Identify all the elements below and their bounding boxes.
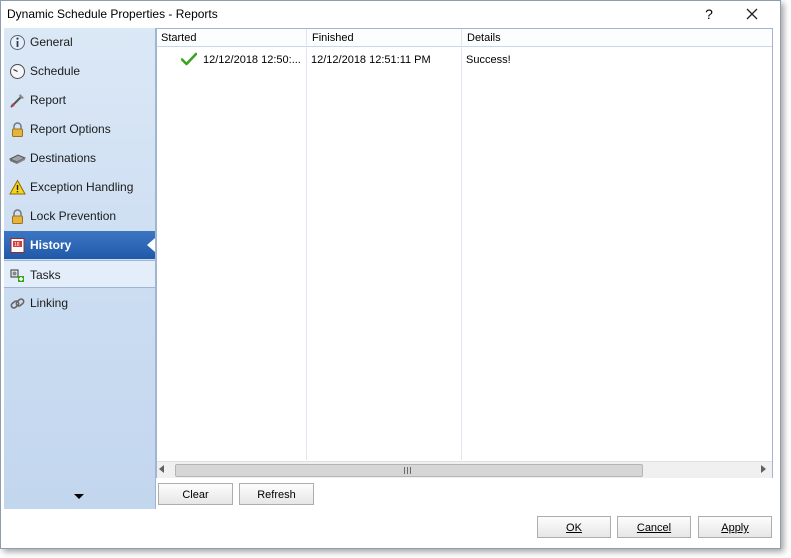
apply-label: Apply [721,522,749,534]
chevron-down-icon[interactable] [74,494,84,499]
column-header-finished[interactable]: Finished [312,32,354,44]
sidebar-item-schedule[interactable]: Schedule [4,57,155,85]
info-icon [10,35,25,50]
report-icon [10,94,24,108]
sidebar-item-linking[interactable]: Linking [4,289,155,317]
cancel-button[interactable]: Cancel [617,516,691,538]
active-pointer [147,238,155,252]
svg-text:18: 18 [14,242,20,248]
dialog-window: Dynamic Schedule Properties - Reports ? … [0,0,781,549]
sidebar: General Schedule Report Report Options D… [4,28,156,509]
sidebar-item-tasks[interactable]: Tasks [4,260,155,288]
sidebar-item-label: Exception Handling [30,180,134,194]
close-icon [746,8,758,20]
column-header-details[interactable]: Details [467,32,501,44]
column-divider[interactable] [461,29,462,460]
destinations-icon [9,154,26,164]
scroll-right-icon[interactable] [761,465,766,473]
clear-button[interactable]: Clear [158,483,233,505]
sidebar-item-label: History [30,238,72,252]
sidebar-item-label: Report [30,93,67,107]
cell-details: Success! [466,54,511,66]
ok-button[interactable]: OK [537,516,611,538]
sidebar-item-label: Schedule [30,64,81,78]
window-title: Dynamic Schedule Properties - Reports [7,7,218,21]
scroll-thumb[interactable] [175,464,643,477]
sidebar-item-label: Linking [30,296,69,310]
cancel-label: Cancel [636,522,672,534]
sidebar-item-label: General [30,35,73,49]
scroll-left-icon[interactable] [159,465,164,473]
link-icon [10,298,25,309]
history-icon: 18 [10,238,25,253]
title-bar: Dynamic Schedule Properties - Reports ? [1,1,780,27]
clock-icon [10,64,25,79]
sidebar-item-label: Tasks [30,268,61,282]
sidebar-item-report-options[interactable]: Report Options [4,115,155,143]
table-row[interactable]: 12/12/2018 12:50:... 12/12/2018 12:51:11… [157,47,772,67]
list-header: Started Finished Details [157,29,772,47]
sidebar-item-lock-prevention[interactable]: Lock Prevention [4,202,155,230]
sidebar-item-general[interactable]: General [4,28,155,56]
horizontal-scrollbar[interactable] [157,461,772,478]
sidebar-item-destinations[interactable]: Destinations [4,144,155,172]
padlock-icon [12,209,23,224]
cell-started: 12/12/2018 12:50:... [203,54,301,66]
ok-label: OK [566,522,582,534]
sidebar-item-label: Destinations [30,151,97,165]
sidebar-item-label: Lock Prevention [30,209,117,223]
apply-button[interactable]: Apply [698,516,772,538]
refresh-button[interactable]: Refresh [239,483,314,505]
close-button[interactable] [741,4,763,24]
tasks-icon [10,269,24,282]
sidebar-item-exception-handling[interactable]: Exception Handling [4,173,155,201]
cell-finished: 12/12/2018 12:51:11 PM [311,54,431,66]
sidebar-item-report[interactable]: Report [4,86,155,114]
column-header-started[interactable]: Started [161,32,196,44]
column-divider[interactable] [306,29,307,460]
success-check-icon [181,52,197,66]
warning-icon [9,179,26,195]
sidebar-item-history[interactable]: 18 History [4,231,155,259]
sidebar-item-label: Report Options [30,122,111,136]
history-list: Started Finished Details 12/12/2018 12:5… [156,28,773,478]
help-button[interactable]: ? [699,4,719,24]
grip-icon [404,467,411,474]
padlock-icon [12,122,23,137]
